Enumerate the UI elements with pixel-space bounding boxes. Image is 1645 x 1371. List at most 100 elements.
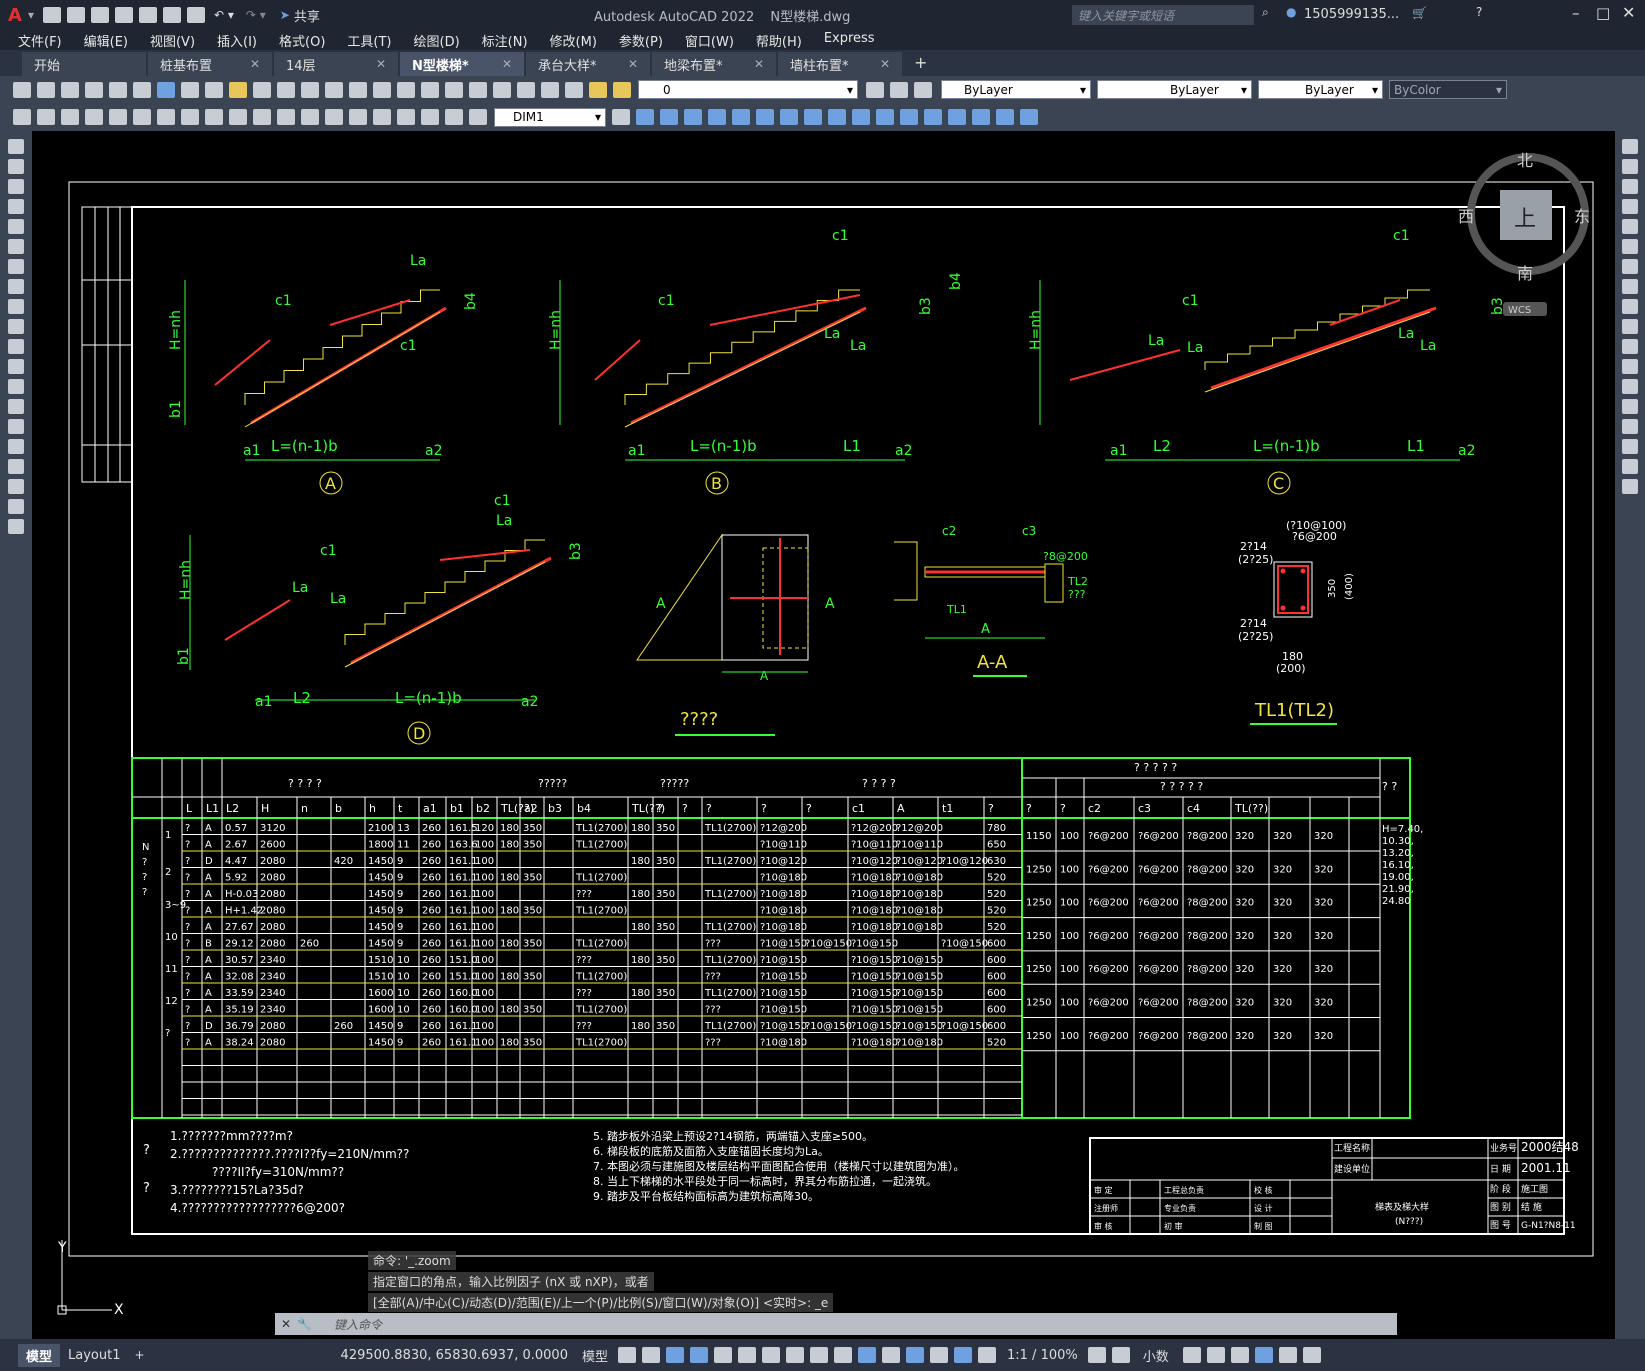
rotate-icon[interactable] — [1622, 259, 1638, 274]
design-center-icon[interactable] — [421, 81, 439, 98]
break-icon[interactable] — [1622, 379, 1638, 394]
3d-move-icon[interactable] — [996, 109, 1014, 125]
construction-line-icon[interactable] — [8, 159, 24, 174]
object-snap-tracking-icon[interactable] — [738, 1347, 756, 1363]
help-icon[interactable]: ? — [1476, 5, 1482, 19]
zoom-realtime-icon[interactable] — [325, 81, 343, 98]
center-mark-icon[interactable] — [349, 109, 367, 125]
polar-icon[interactable] — [690, 1347, 708, 1363]
point-icon[interactable] — [8, 399, 24, 414]
hardware-acceleration-icon[interactable] — [1254, 1347, 1273, 1363]
dim-radius-icon[interactable] — [109, 109, 127, 125]
join-icon[interactable] — [1622, 399, 1638, 414]
dim-style-icon[interactable] — [612, 109, 630, 125]
dim-arc-icon[interactable] — [61, 109, 79, 125]
search-icon[interactable]: ⌕ — [1262, 5, 1269, 20]
layer-dropdown[interactable]: 0 ▾ — [638, 80, 858, 99]
table-icon[interactable] — [8, 479, 24, 494]
trim-icon[interactable] — [1622, 319, 1638, 334]
polygon-icon[interactable] — [8, 199, 24, 214]
solid-wedge-icon[interactable] — [660, 109, 678, 125]
menu-item-6[interactable]: 绘图(D) — [414, 31, 460, 50]
selection-filter-icon[interactable] — [906, 1347, 924, 1363]
drawing-canvas[interactable]: La c1 b4 c1 H=nh b1 a1 a2 c1 c1 b3 b4 La La H=nh a1 a2 c1… — [32, 131, 1615, 1339]
add-selected-icon[interactable] — [8, 519, 24, 534]
user-icon[interactable]: ● — [1286, 5, 1296, 19]
command-input[interactable]: 键入命令 — [334, 1316, 382, 1333]
menu-item-11[interactable]: 帮助(H) — [756, 31, 802, 50]
explode-icon[interactable] — [1622, 479, 1638, 494]
subtract-icon[interactable] — [876, 109, 894, 125]
snap-icon[interactable] — [642, 1347, 660, 1363]
dim-linear-icon[interactable] — [13, 109, 31, 125]
circle-icon[interactable] — [8, 259, 24, 274]
revision-cloud-icon[interactable] — [8, 279, 24, 294]
arc-icon[interactable] — [8, 239, 24, 254]
isodraft-icon[interactable] — [714, 1347, 732, 1363]
mirror-icon[interactable] — [1622, 179, 1638, 194]
user-account[interactable]: 1505999135... — [1304, 7, 1399, 22]
customize-icon[interactable]: 🔧 — [297, 1317, 312, 1331]
search-input[interactable]: 键入关键字或短语 — [1078, 7, 1174, 24]
dim-space-icon[interactable] — [277, 109, 295, 125]
dim-diameter-icon[interactable] — [157, 109, 175, 125]
menu-item-12[interactable]: Express — [824, 31, 875, 50]
dim-angular-icon[interactable] — [181, 109, 199, 125]
dynamic-ucs-icon[interactable] — [882, 1347, 900, 1363]
pan-icon[interactable] — [301, 81, 319, 98]
share-button[interactable]: 共享 — [294, 6, 320, 25]
command-line[interactable]: ✕ 🔧 键入命令 — [275, 1313, 1397, 1335]
polyline-icon[interactable] — [8, 179, 24, 194]
close-command-icon[interactable]: ✕ — [281, 1317, 291, 1331]
scale-icon[interactable] — [1622, 279, 1638, 294]
insert-block-icon[interactable] — [8, 359, 24, 374]
linetype-dropdown[interactable]: ByLayer ▾ — [1097, 80, 1252, 99]
object-snap-icon[interactable] — [762, 1347, 780, 1363]
dim-ordinate-icon[interactable] — [85, 109, 103, 125]
plotstyle-dropdown[interactable]: ByColor ▾ — [1389, 80, 1507, 99]
solid-cylinder-icon[interactable] — [732, 109, 750, 125]
rectangle-icon[interactable] — [8, 219, 24, 234]
close-tab-icon[interactable]: ✕ — [628, 57, 638, 71]
menu-item-4[interactable]: 格式(O) — [279, 31, 325, 50]
help-toolbar-icon[interactable] — [541, 81, 559, 98]
dim-aligned-icon[interactable] — [37, 109, 55, 125]
inspection-icon[interactable] — [373, 109, 391, 125]
viewcube-south[interactable]: 南 — [1517, 264, 1533, 283]
undo-toolbar-icon[interactable] — [253, 81, 271, 98]
3d-rotate-icon[interactable] — [1020, 109, 1038, 125]
zoom-window-icon[interactable] — [349, 81, 367, 98]
gradient-icon[interactable] — [8, 439, 24, 454]
maximize-icon[interactable]: □ — [1596, 4, 1610, 22]
solid-box-icon[interactable] — [636, 109, 654, 125]
model-space-toggle[interactable]: 模型 — [582, 1346, 608, 1365]
menu-item-1[interactable]: 编辑(E) — [84, 31, 128, 50]
wcs-menu[interactable]: WCS — [1508, 305, 1531, 316]
copy-icon[interactable] — [1622, 159, 1638, 174]
save-toolbar-icon[interactable] — [61, 81, 79, 98]
open-icon[interactable] — [37, 81, 55, 98]
clean-screen-icon[interactable] — [1278, 1347, 1297, 1363]
preview-icon[interactable] — [109, 81, 127, 98]
isolate-objects-icon[interactable] — [1230, 1347, 1249, 1363]
menu-item-9[interactable]: 参数(P) — [619, 31, 663, 50]
ellipse-icon[interactable] — [8, 319, 24, 334]
make-current-layer-icon[interactable] — [866, 81, 884, 98]
menu-item-10[interactable]: 窗口(W) — [685, 31, 734, 50]
chamfer-icon[interactable] — [1622, 419, 1638, 434]
print-icon[interactable] — [85, 81, 103, 98]
dim-break-icon[interactable] — [301, 109, 319, 125]
move-icon[interactable] — [1622, 239, 1638, 254]
union-icon[interactable] — [852, 109, 870, 125]
solid-pyramid-icon[interactable] — [780, 109, 798, 125]
publish-icon[interactable] — [133, 81, 151, 98]
lock-ui-icon[interactable] — [1206, 1347, 1225, 1363]
copy-icon[interactable] — [181, 81, 199, 98]
intersect-icon[interactable] — [900, 109, 918, 125]
sheet-set-icon[interactable] — [469, 81, 487, 98]
menu-item-0[interactable]: 文件(F) — [18, 31, 62, 50]
slice-icon[interactable] — [924, 109, 942, 125]
fillet-icon[interactable] — [1622, 439, 1638, 454]
viewcube-north[interactable]: 北 — [1517, 151, 1533, 170]
save-icon[interactable] — [90, 7, 109, 23]
